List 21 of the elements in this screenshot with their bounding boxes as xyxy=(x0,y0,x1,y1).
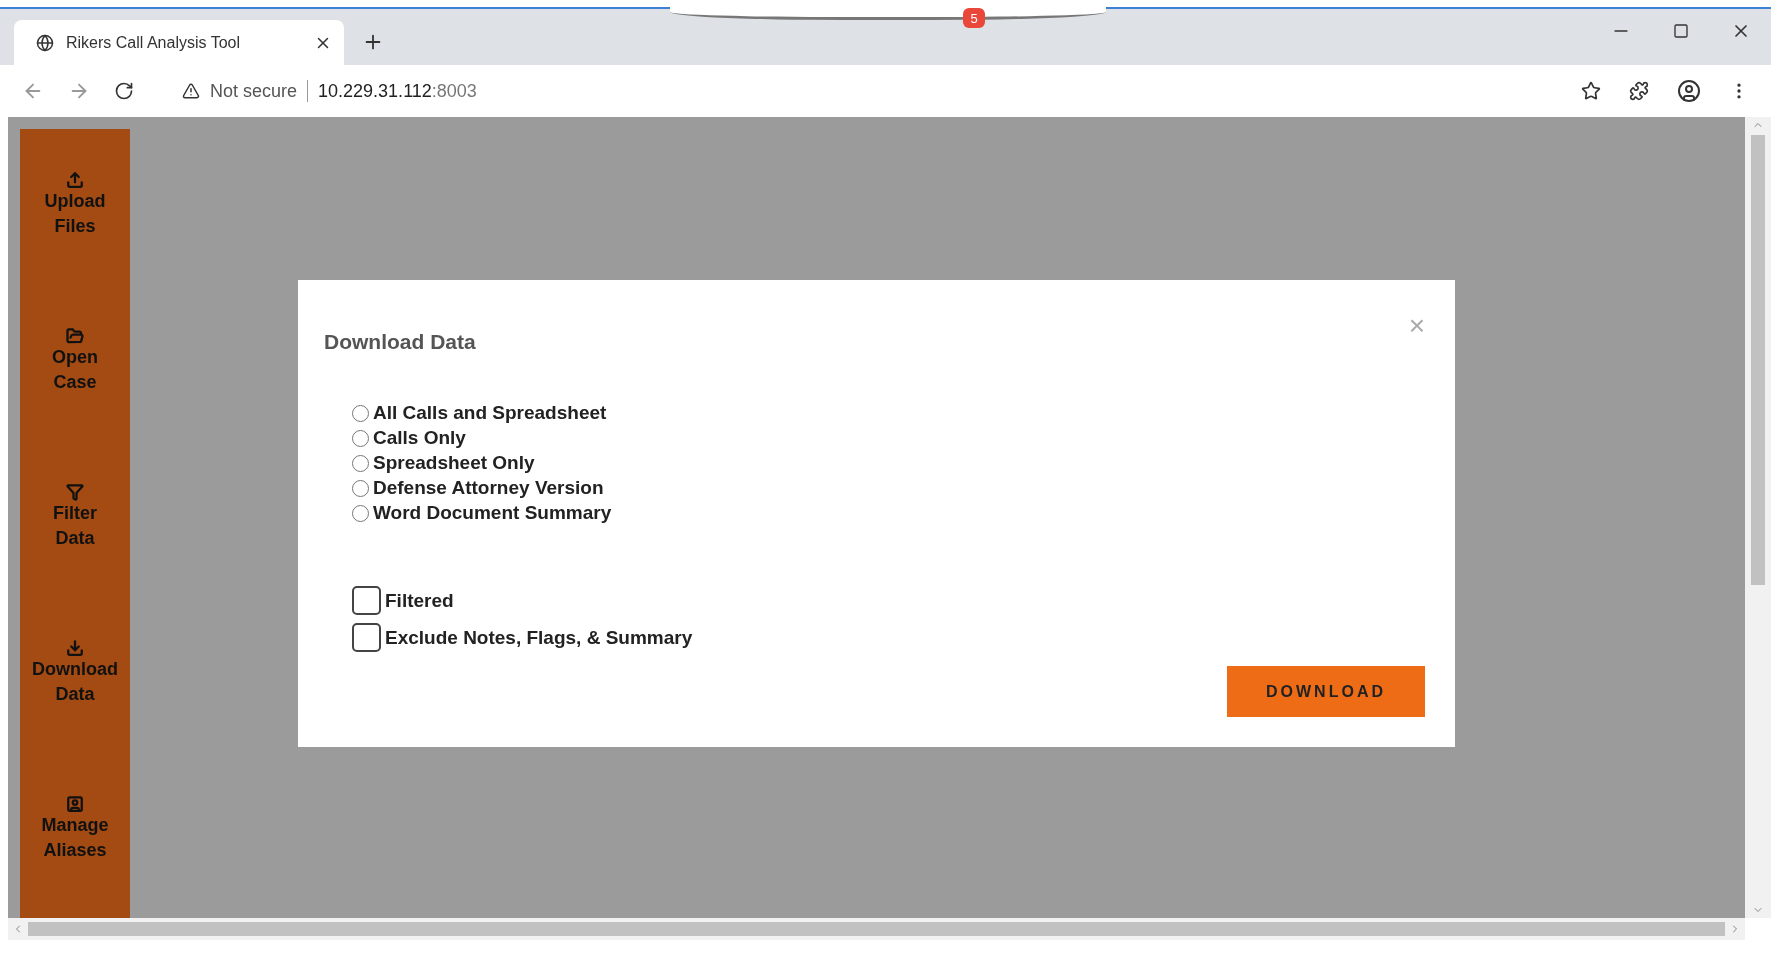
option-label: Calls Only xyxy=(373,427,466,449)
option-label: Word Document Summary xyxy=(373,502,612,524)
sidebar-item[interactable]: Upload Files xyxy=(20,171,130,239)
checkbox-label: Filtered xyxy=(385,589,454,612)
checkbox-label: Exclude Notes, Flags, & Summary xyxy=(385,626,693,649)
sidebar-item[interactable]: Filter Data xyxy=(20,483,130,551)
url-port[interactable]: :8003 xyxy=(431,80,477,102)
option-label: Defense Attorney Version xyxy=(373,477,604,499)
option-label: Spreadsheet Only xyxy=(373,452,535,474)
security-label: Not secure xyxy=(210,80,298,102)
url-host[interactable]: 10.229.31.112 xyxy=(318,80,432,102)
dialog-title: Download Data xyxy=(324,330,476,354)
close-button[interactable]: × xyxy=(1408,312,1425,340)
browser-tab[interactable]: Rikers Call Analysis Tool xyxy=(14,20,344,65)
sidebar-item[interactable]: Download Data xyxy=(20,639,130,707)
notification-badge: 5 xyxy=(963,8,985,28)
sidebar-item[interactable]: Manage Aliases xyxy=(20,795,130,863)
tab-title: Rikers Call Analysis Tool xyxy=(66,33,241,52)
sidebar-item[interactable]: Open Case xyxy=(20,327,130,395)
option-label: All Calls and Spreadsheet xyxy=(373,402,607,424)
download-button[interactable]: DOWNLOAD xyxy=(1227,666,1425,717)
